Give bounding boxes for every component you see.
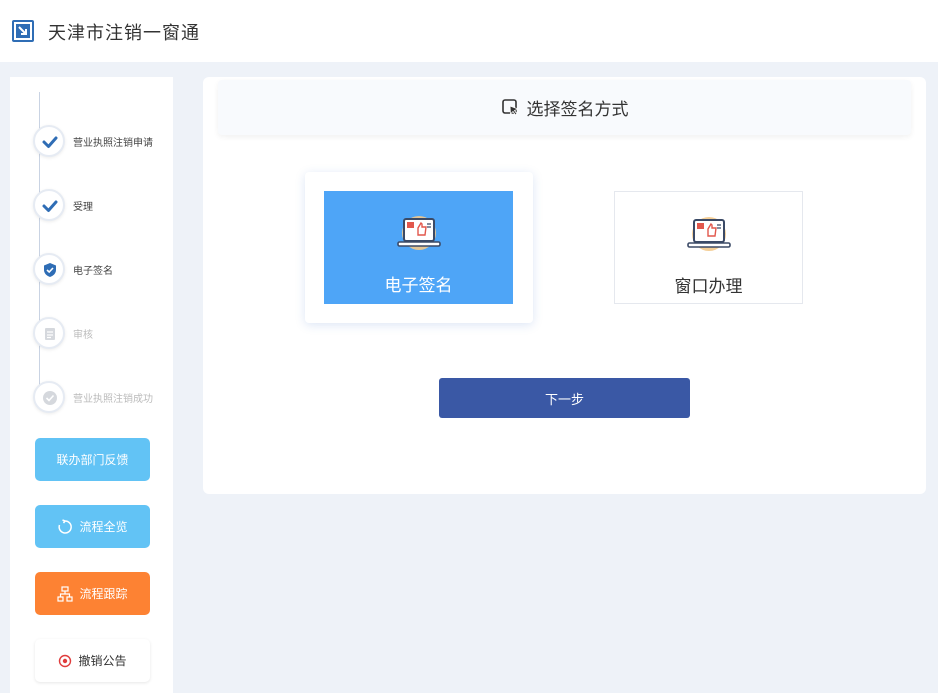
flowchart-icon (57, 585, 74, 602)
process-track-button[interactable]: 流程跟踪 (35, 572, 150, 615)
step-label: 电子签名 (73, 266, 113, 277)
laptop-thumbs-up-icon (686, 217, 731, 251)
check-icon (33, 125, 65, 157)
check-icon (33, 189, 65, 221)
step-label: 审核 (73, 330, 93, 341)
document-icon (33, 317, 65, 349)
esign-option-card[interactable]: 电子签名 (324, 191, 513, 304)
step-label: 受理 (73, 202, 93, 213)
button-label: 流程全览 (79, 520, 128, 534)
step-license-cancel-apply: 营业执照注销申请 (33, 125, 173, 157)
laptop-thumbs-up-icon (396, 216, 441, 250)
button-label: 下一步 (544, 392, 584, 408)
section-header: 选择签名方式 (218, 80, 911, 135)
revoke-notice-button[interactable]: 撤销公告 (35, 639, 150, 682)
button-label: 撤销公告 (78, 654, 127, 668)
process-overview-button[interactable]: 流程全览 (35, 505, 150, 548)
app-title: 天津市注销一窗通 (48, 23, 200, 44)
next-step-button[interactable]: 下一步 (439, 378, 690, 418)
step-esign: 电子签名 (33, 253, 173, 285)
button-label: 流程跟踪 (79, 587, 128, 601)
app-logo-icon (12, 20, 34, 42)
joint-dept-feedback-button[interactable]: 联办部门反馈 (35, 438, 150, 481)
window-option-card[interactable]: 窗口办理 (614, 191, 803, 304)
refresh-icon (58, 518, 73, 534)
step-accept: 受理 (33, 189, 173, 221)
card-label: 窗口办理 (674, 277, 743, 297)
radio-dot-icon (59, 654, 72, 667)
step-cancel-success: 营业执照注销成功 (33, 381, 173, 413)
step-label: 营业执照注销申请 (73, 138, 153, 149)
step-review: 审核 (33, 317, 173, 349)
check-circle-icon (33, 381, 65, 413)
page-title: 选择签名方式 (526, 100, 629, 120)
step-label: 营业执照注销成功 (73, 394, 153, 405)
card-label: 电子签名 (384, 276, 453, 296)
cursor-pointer-icon (501, 98, 519, 116)
top-bar: 天津市注销一窗通 (0, 0, 938, 62)
shield-icon (33, 253, 65, 285)
button-label: 联办部门反馈 (56, 453, 129, 467)
